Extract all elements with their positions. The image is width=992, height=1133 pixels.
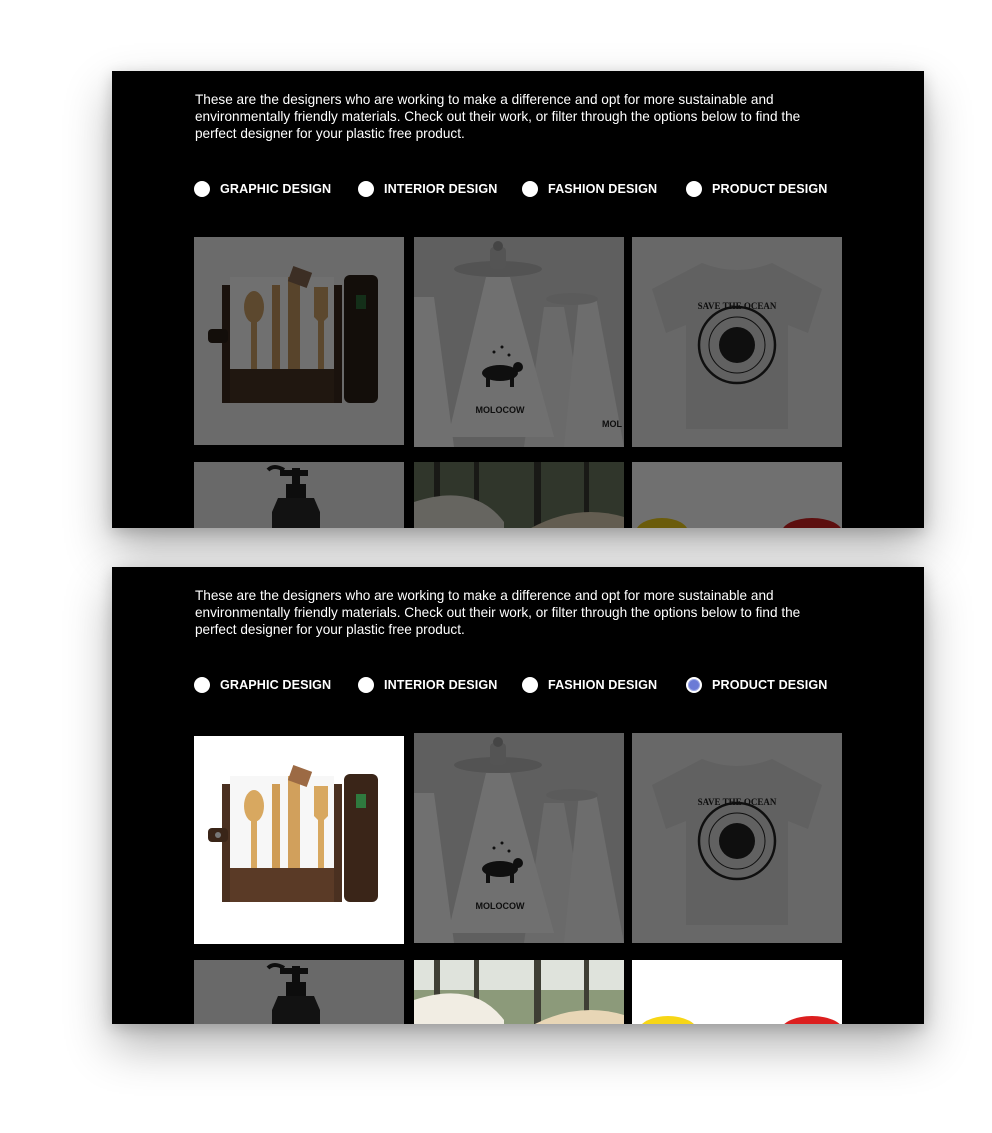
portfolio-panel-product-filter: These are the designers who are working …: [112, 567, 924, 1024]
filter-product-design[interactable]: PRODUCT DESIGN: [686, 179, 827, 199]
filter-graphic-design[interactable]: GRAPHIC DESIGN: [194, 179, 331, 199]
bottle-brand-text: MOLOCOW: [476, 405, 525, 415]
radio-button[interactable]: [358, 677, 374, 693]
colorful-objects-image: [632, 960, 842, 1024]
filter-label: INTERIOR DESIGN: [384, 182, 498, 196]
portfolio-tile-save-the-ocean-tshirt[interactable]: SAVE THE OCEAN: [632, 733, 842, 943]
filter-fashion-design[interactable]: FASHION DESIGN: [522, 675, 657, 695]
portfolio-tile-pump-bottle[interactable]: [194, 462, 404, 528]
radio-button[interactable]: [194, 677, 210, 693]
portfolio-tile-molocow-bottles[interactable]: MOLOCOW: [414, 733, 624, 943]
portfolio-tile-colorful-objects[interactable]: [632, 960, 842, 1024]
portfolio-tile-colorful-objects[interactable]: [632, 462, 842, 528]
pump-bottle-image: [194, 960, 404, 1024]
pump-bottle-image: [194, 462, 404, 528]
intro-text: These are the designers who are working …: [195, 588, 801, 637]
cutlery-roll-image: [194, 237, 404, 445]
radio-button[interactable]: [522, 677, 538, 693]
portfolio-tile-cutlery-roll[interactable]: [194, 736, 404, 944]
outdoor-installation-image: [414, 960, 624, 1024]
tshirt-slogan: SAVE THE OCEAN: [698, 301, 777, 311]
filter-interior-design[interactable]: INTERIOR DESIGN: [358, 179, 497, 199]
radio-button[interactable]: [522, 181, 538, 197]
radio-button[interactable]: [358, 181, 374, 197]
portfolio-tile-outdoor-installation[interactable]: [414, 960, 624, 1024]
category-filters: GRAPHIC DESIGN INTERIOR DESIGN FASHION D…: [194, 179, 894, 199]
portfolio-panel-default: These are the designers who are working …: [112, 71, 924, 528]
bottle-brand-text: MOLOCOW: [476, 901, 525, 911]
filter-label: GRAPHIC DESIGN: [220, 678, 332, 692]
filter-label: PRODUCT DESIGN: [712, 678, 828, 692]
intro-text: These are the designers who are working …: [195, 92, 801, 141]
filter-label: FASHION DESIGN: [548, 182, 658, 196]
tshirt-slogan: SAVE THE OCEAN: [698, 797, 777, 807]
portfolio-tile-cutlery-roll[interactable]: [194, 237, 404, 445]
colorful-objects-image: [632, 462, 842, 528]
tshirt-image: SAVE THE OCEAN: [632, 733, 842, 943]
portfolio-tile-molocow-bottles[interactable]: MOLOCOW MOL: [414, 237, 624, 447]
filter-fashion-design[interactable]: FASHION DESIGN: [522, 179, 657, 199]
filter-interior-design[interactable]: INTERIOR DESIGN: [358, 675, 497, 695]
radio-button-selected[interactable]: [686, 677, 702, 693]
radio-button[interactable]: [686, 181, 702, 197]
filter-label: FASHION DESIGN: [548, 678, 658, 692]
outdoor-installation-image: [414, 462, 624, 528]
category-filters: GRAPHIC DESIGN INTERIOR DESIGN FASHION D…: [194, 675, 894, 695]
filter-label: INTERIOR DESIGN: [384, 678, 498, 692]
filter-label: GRAPHIC DESIGN: [220, 182, 332, 196]
portfolio-tile-save-the-ocean-tshirt[interactable]: SAVE THE OCEAN: [632, 237, 842, 447]
filter-graphic-design[interactable]: GRAPHIC DESIGN: [194, 675, 331, 695]
radio-button[interactable]: [194, 181, 210, 197]
tshirt-image: SAVE THE OCEAN: [632, 237, 842, 447]
cutlery-roll-image: [194, 736, 404, 944]
filter-label: PRODUCT DESIGN: [712, 182, 828, 196]
filter-product-design[interactable]: PRODUCT DESIGN: [686, 675, 827, 695]
bottle-brand-partial-text: MOL: [602, 419, 622, 429]
portfolio-tile-pump-bottle[interactable]: [194, 960, 404, 1024]
portfolio-tile-outdoor-installation[interactable]: [414, 462, 624, 528]
molocow-bottles-image: MOLOCOW: [414, 733, 624, 943]
molocow-bottles-image: MOLOCOW MOL: [414, 237, 624, 447]
